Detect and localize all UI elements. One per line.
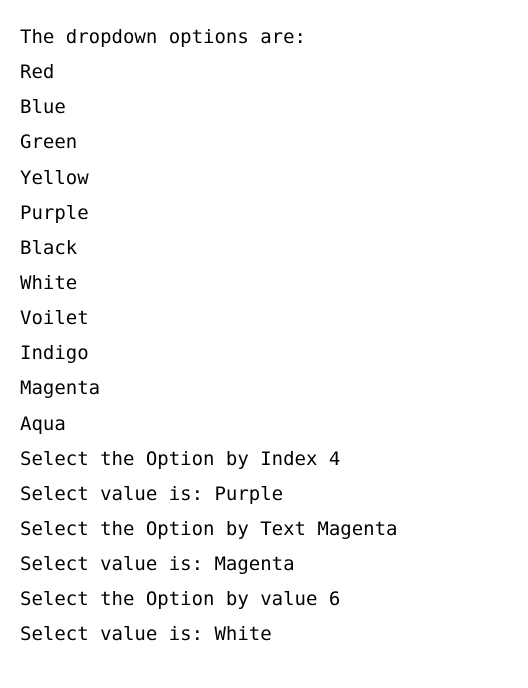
- option-line: Red: [20, 55, 508, 90]
- result-line: Select the Option by Text Magenta: [20, 512, 508, 547]
- result-line: Select value is: Magenta: [20, 547, 508, 582]
- option-line: Voilet: [20, 301, 508, 336]
- option-line: Magenta: [20, 371, 508, 406]
- result-line: Select the Option by value 6: [20, 582, 508, 617]
- option-line: Indigo: [20, 336, 508, 371]
- option-line: White: [20, 266, 508, 301]
- result-line: Select value is: Purple: [20, 477, 508, 512]
- result-line: Select value is: White: [20, 617, 508, 652]
- option-line: Yellow: [20, 161, 508, 196]
- option-line: Black: [20, 231, 508, 266]
- option-line: Purple: [20, 196, 508, 231]
- result-line: Select the Option by Index 4: [20, 442, 508, 477]
- option-line: Aqua: [20, 407, 508, 442]
- header-line: The dropdown options are:: [20, 20, 508, 55]
- option-line: Blue: [20, 90, 508, 125]
- option-line: Green: [20, 125, 508, 160]
